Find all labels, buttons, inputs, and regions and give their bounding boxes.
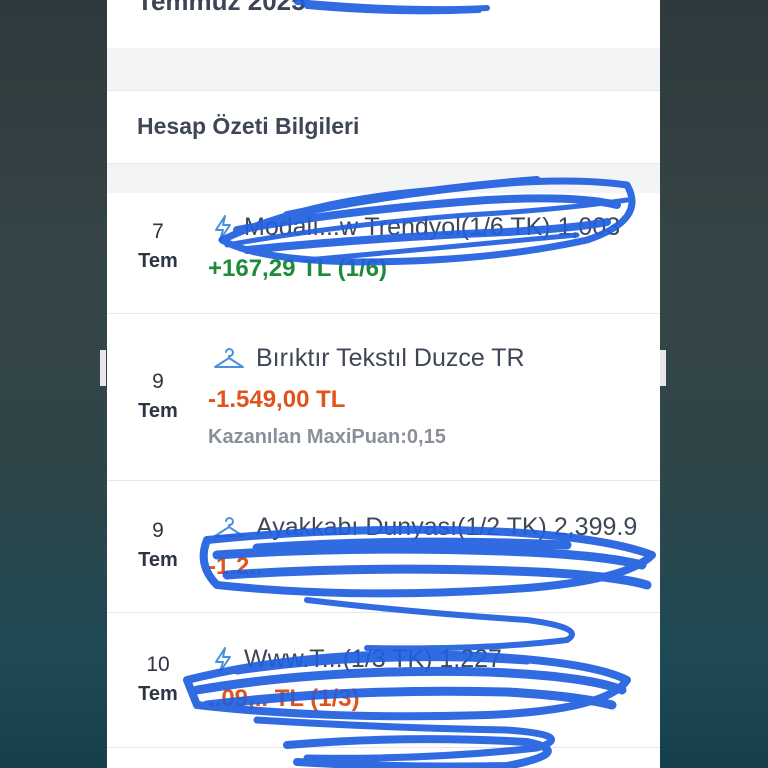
transaction-day: 9 [152, 370, 164, 393]
merchant-name: Ayakkabı Dunyası(1/2 TK) 2,399.9 [256, 513, 638, 541]
transaction-month: Tem [138, 250, 178, 272]
transaction-month: Tem [138, 549, 178, 571]
transaction-month: Tem [138, 400, 178, 422]
transaction-date: 10 Tem [127, 651, 189, 709]
transaction-day: 7 [152, 220, 164, 243]
merchant-row: Bırıktır Tekstıl Duzce TR [212, 344, 525, 373]
transaction-row[interactable]: 9 Tem Bırıktır Tekstıl Duzce TR -1.549,0… [107, 314, 660, 481]
month-title: Temmuz 2025 [137, 0, 306, 16]
transaction-row[interactable]: 9 Tem Ayakkabı Dunyası(1/2 TK) 2,399.9 -… [107, 481, 660, 613]
transaction-amount: -1.2.. [208, 553, 263, 580]
transaction-amount: ..09,.. TL (1/3) [208, 685, 360, 712]
transaction-date: 9 Tem [127, 517, 189, 575]
merchant-row: Www.T...(1/3 TK) 1,227 [212, 645, 502, 674]
transaction-row[interactable]: 10 Tem Www.T...(1/3 TK) 1,227 ..09,.. TL… [107, 613, 660, 748]
hanger-icon [214, 516, 244, 537]
transaction-month: Tem [138, 683, 178, 705]
transaction-date: 7 Tem [127, 218, 189, 276]
transaction-date: 9 Tem [127, 368, 189, 426]
summary-title: Hesap Özeti Bilgileri [137, 113, 360, 139]
lightning-icon [215, 214, 231, 241]
merchant-name: Www.T...(1/3 TK) 1,227 [244, 645, 502, 673]
transaction-row[interactable]: 7 Tem Modalı...w Trendyol(1/6 TK) 1,003 … [107, 193, 660, 314]
month-header: Temmuz 2025 [107, 0, 660, 48]
statement-panel: Temmuz 2025 Hesap Özeti Bilgileri 7 Tem … [107, 0, 660, 768]
left-edge-handle [100, 350, 106, 386]
lightning-icon [215, 646, 231, 673]
summary-header[interactable]: Hesap Özeti Bilgileri [107, 90, 660, 164]
transaction-day: 9 [152, 519, 164, 542]
transaction-amount: -1.549,00 TL [208, 386, 346, 413]
maxipuan-earned: Kazanılan MaxiPuan:0,15 [208, 426, 446, 448]
transaction-amount: +167,29 TL (1/6) [208, 255, 387, 282]
hanger-icon [214, 347, 244, 368]
merchant-name: Bırıktır Tekstıl Duzce TR [256, 344, 525, 372]
merchant-row: Modalı...w Trendyol(1/6 TK) 1,003 [212, 213, 620, 242]
merchant-row: Ayakkabı Dunyası(1/2 TK) 2,399.9 [212, 513, 637, 542]
transaction-day: 10 [146, 653, 170, 676]
merchant-name: Modalı...w Trendyol(1/6 TK) 1,003 [244, 213, 621, 241]
right-edge-handle [660, 350, 666, 386]
transaction-row-partial[interactable] [107, 748, 660, 768]
